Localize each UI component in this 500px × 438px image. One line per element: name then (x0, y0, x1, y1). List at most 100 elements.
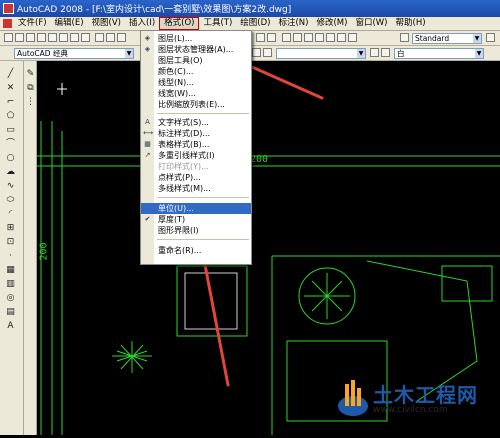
table-icon[interactable]: ▤ (5, 307, 16, 318)
open-icon[interactable] (26, 33, 35, 42)
menu-item-scale-list[interactable]: 比例缩放列表(E)... (141, 99, 251, 110)
menu-modify[interactable]: 修改(M) (312, 17, 351, 30)
zoom-window-icon[interactable] (256, 33, 265, 42)
layer-icon: ◈ (144, 34, 151, 42)
copy-icon[interactable] (106, 33, 115, 42)
plot-icon[interactable] (81, 33, 90, 42)
text-style-icon: A (145, 118, 150, 126)
menu-item-mline-style[interactable]: 多线样式(M)... (141, 183, 251, 194)
ellipse-icon[interactable]: ⬭ (5, 195, 16, 206)
menu-item-rename[interactable]: 重命名(R)... (141, 245, 251, 256)
menu-item-mleader-style[interactable]: ↗ 多重引线样式(I) (141, 150, 251, 161)
qnew-icon[interactable] (15, 33, 24, 42)
menu-item-layer-state[interactable]: ◈ 图层状态管理器(A)... (141, 44, 251, 55)
insert-block-icon[interactable]: ⊞ (5, 223, 16, 234)
spline-icon[interactable]: ∿ (5, 181, 16, 192)
menu-item-label: 线型(N)... (158, 78, 194, 87)
mirror-icon[interactable]: ⋮ (25, 97, 36, 108)
mtext-icon[interactable]: A (5, 321, 16, 332)
menu-file[interactable]: 文件(F) (14, 17, 51, 30)
watermark-logo-icon (338, 380, 368, 416)
menu-item-dim-style[interactable]: ⟷ 标注样式(D)... (141, 128, 251, 139)
paste-icon[interactable] (117, 33, 126, 42)
menu-tools[interactable]: 工具(T) (199, 17, 236, 30)
sheet-set-icon[interactable] (315, 33, 324, 42)
menu-item-limits[interactable]: 图形界限(I) (141, 225, 251, 236)
help-icon[interactable] (348, 33, 357, 42)
menu-view[interactable]: 视图(V) (88, 17, 125, 30)
menu-item-table-style[interactable]: ▦ 表格样式(B)... (141, 139, 251, 150)
menu-help[interactable]: 帮助(H) (392, 17, 430, 30)
layer-select[interactable]: ▼ (276, 48, 366, 59)
text-style-select[interactable]: Standard ▼ (412, 33, 482, 44)
workspace-select[interactable]: AutoCAD 经典 ▼ (14, 48, 134, 59)
menu-window[interactable]: 窗口(W) (351, 17, 391, 30)
rectangle-icon[interactable]: ▭ (5, 125, 16, 136)
publish-icon[interactable] (70, 33, 79, 42)
circle-icon[interactable]: ○ (5, 153, 16, 164)
hatch-icon[interactable]: ▦ (5, 265, 16, 276)
line-icon[interactable]: ╱ (5, 69, 16, 80)
menu-item-label: 线宽(W)... (158, 89, 196, 98)
menu-format[interactable]: 格式(O) (159, 17, 200, 30)
gradient-icon[interactable]: ▥ (5, 279, 16, 290)
menu-item-label: 表格样式(B)... (158, 140, 210, 149)
calculator-icon[interactable] (337, 33, 346, 42)
draw-toolbar: ╱ ✕ ⌐ ⬠ ▭ ⌒ ○ ☁ ∿ ⬭ ◜ ⊞ ⊡ · ▦ ▥ ◎ ▤ A (0, 61, 24, 435)
save-icon[interactable] (37, 33, 46, 42)
menu-item-text-style[interactable]: A 文字样式(S)... (141, 117, 251, 128)
construction-line-icon[interactable]: ✕ (5, 83, 16, 94)
layer-manager-icon[interactable] (381, 48, 390, 57)
menu-item-label: 厚度(T) (158, 215, 186, 224)
menu-separator (157, 239, 249, 240)
ellipse-arc-icon[interactable]: ◜ (5, 209, 16, 220)
menu-item-point-style[interactable]: 点样式(P)... (141, 172, 251, 183)
erase-icon[interactable]: ✎ (25, 69, 36, 80)
menu-item-linetype[interactable]: 线型(N)... (141, 77, 251, 88)
color-select[interactable]: 白 ▼ (394, 48, 484, 59)
chevron-down-icon: ▼ (473, 34, 481, 43)
workspace-value: AutoCAD 经典 (17, 49, 68, 58)
menu-dimension[interactable]: 标注(N) (274, 17, 312, 30)
region-icon[interactable]: ◎ (5, 293, 16, 304)
format-dropdown-menu: ◈ 图层(L)... ◈ 图层状态管理器(A)... 图层工具(O) 颜色(C)… (140, 30, 252, 265)
design-center-icon[interactable] (293, 33, 302, 42)
dimension-label-top: 200 (250, 154, 269, 165)
revision-cloud-icon[interactable]: ☁ (5, 167, 16, 178)
table-style-icon: ▦ (144, 140, 151, 148)
tool-palettes-icon[interactable] (304, 33, 313, 42)
menu-item-lineweight[interactable]: 线宽(W)... (141, 88, 251, 99)
menu-item-thickness[interactable]: ✔ 厚度(T) (141, 214, 251, 225)
dim-style-icon[interactable] (486, 33, 495, 42)
dimension-label-left: 200 (38, 242, 50, 261)
menu-edit[interactable]: 编辑(E) (51, 17, 88, 30)
watermark-title: 土木工程网 (373, 383, 478, 407)
menu-item-layer[interactable]: ◈ 图层(L)... (141, 33, 251, 44)
layer-state-icon[interactable] (252, 48, 261, 57)
new-icon[interactable] (4, 33, 13, 42)
preview-icon[interactable] (59, 33, 68, 42)
arc-icon[interactable]: ⌒ (5, 139, 16, 150)
copy-object-icon[interactable]: ⧉ (25, 83, 36, 94)
menu-draw[interactable]: 绘图(D) (236, 17, 274, 30)
polygon-icon[interactable]: ⬠ (5, 111, 16, 122)
make-current-icon[interactable] (370, 48, 379, 57)
print-icon[interactable] (48, 33, 57, 42)
markup-icon[interactable] (326, 33, 335, 42)
menu-item-units[interactable]: 单位(U)... (141, 203, 251, 214)
properties-icon[interactable] (282, 33, 291, 42)
point-icon[interactable]: · (5, 251, 16, 262)
make-block-icon[interactable]: ⊡ (5, 237, 16, 248)
menu-insert[interactable]: 插入(I) (125, 17, 159, 30)
layer-previous-icon[interactable] (263, 48, 272, 57)
menu-item-layer-tools[interactable]: 图层工具(O) (141, 55, 251, 66)
color-value: 白 (397, 49, 405, 58)
cut-icon[interactable] (95, 33, 104, 42)
zoom-previous-icon[interactable] (267, 33, 276, 42)
menu-item-color[interactable]: 颜色(C)... (141, 66, 251, 77)
polyline-icon[interactable]: ⌐ (5, 97, 16, 108)
menu-item-label: 标注样式(D)... (158, 129, 211, 138)
text-style-icon[interactable] (400, 33, 409, 42)
menu-item-label: 图层工具(O) (158, 56, 203, 65)
autocad-app-icon (3, 3, 14, 14)
